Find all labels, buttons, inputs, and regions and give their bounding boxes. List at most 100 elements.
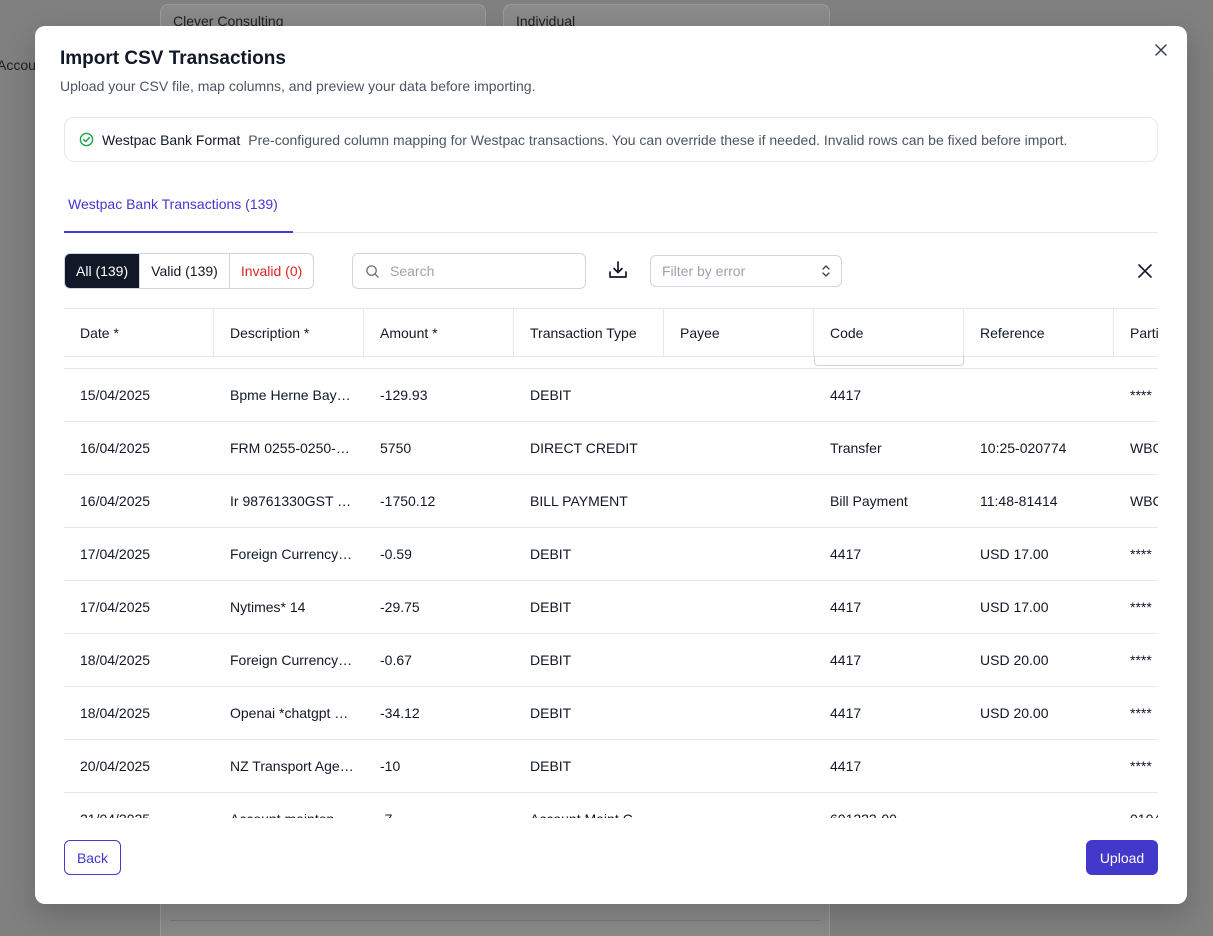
cell-particulars[interactable]: ****	[1114, 634, 1158, 686]
column-header-date[interactable]: Date *	[64, 309, 214, 357]
cell-description[interactable]: Nytimes* 14	[214, 581, 364, 633]
cell-amount[interactable]: -10	[364, 740, 514, 792]
cell-description[interactable]: Bpme Herne Bay Service Station	[214, 369, 364, 421]
cell-reference[interactable]: 11:48-81414	[964, 475, 1114, 527]
table-row[interactable]: 17/04/2025 Nytimes* 14 -29.75 DEBIT 4417 USD …	[64, 580, 1158, 633]
cell-reference[interactable]: USD 17.00	[964, 581, 1114, 633]
column-header-particulars[interactable]: Particulars	[1114, 309, 1158, 357]
cell-transaction-type[interactable]: DEBIT	[514, 740, 664, 792]
table-row[interactable]: 21/04/2025 Account maintenance fee -7 Accou…	[64, 792, 1158, 818]
cell-amount[interactable]: -34.12	[364, 687, 514, 739]
cell-amount[interactable]: -0.59	[364, 528, 514, 580]
cell-particulars[interactable]: WBC	[1114, 475, 1158, 527]
cell-date[interactable]: 20/04/2025	[64, 740, 214, 792]
cell-amount[interactable]: -129.93	[364, 369, 514, 421]
cell-payee[interactable]	[664, 634, 814, 686]
cell-payee[interactable]	[664, 687, 814, 739]
cell-date[interactable]: 18/04/2025	[64, 634, 214, 686]
tab-westpac-transactions[interactable]: Westpac Bank Transactions (139)	[64, 186, 293, 233]
back-button[interactable]: Back	[64, 840, 121, 875]
cell-particulars[interactable]: ****	[1114, 528, 1158, 580]
table-row[interactable]: 16/04/2025 FRM 0255-0250-0012345-00 5750 DI…	[64, 421, 1158, 474]
cell-date[interactable]: 21/04/2025	[64, 793, 214, 818]
cell-payee[interactable]	[664, 528, 814, 580]
cell-reference[interactable]: USD 20.00	[964, 687, 1114, 739]
cell-date[interactable]: 16/04/2025	[64, 475, 214, 527]
cell-amount[interactable]: -0.67	[364, 634, 514, 686]
cell-description[interactable]: Foreign Currency Conversion Fee	[214, 528, 364, 580]
upload-button[interactable]: Upload	[1086, 840, 1158, 875]
table-row[interactable]: 20/04/2025 NZ Transport Agency -10 DEBIT 441…	[64, 739, 1158, 792]
cell-amount[interactable]: -1750.12	[364, 475, 514, 527]
table-row[interactable]: 18/04/2025 Openai *chatgpt subscription -3…	[64, 686, 1158, 739]
cell-transaction-type[interactable]: DEBIT	[514, 687, 664, 739]
filter-valid-button[interactable]: Valid (139)	[140, 254, 230, 288]
cell-date[interactable]: 16/04/2025	[64, 422, 214, 474]
cell-transaction-type[interactable]: DEBIT	[514, 634, 664, 686]
cell-reference[interactable]: USD 17.00	[964, 528, 1114, 580]
column-header-payee[interactable]: Payee	[664, 309, 814, 357]
cell-payee[interactable]	[664, 581, 814, 633]
cell-code[interactable]: 4417	[814, 369, 964, 421]
cell-description[interactable]: Openai *chatgpt subscription	[214, 687, 364, 739]
filter-invalid-button[interactable]: Invalid (0)	[230, 254, 313, 288]
error-filter-select[interactable]: Filter by error	[650, 255, 842, 287]
cell-description[interactable]: Foreign Currency Conversion Fee	[214, 634, 364, 686]
cell-code[interactable]: 4417	[814, 581, 964, 633]
close-icon[interactable]	[1151, 40, 1171, 60]
cell-amount[interactable]: 5750	[364, 422, 514, 474]
table-row[interactable]: 16/04/2025 Ir 98761330GST Payment -1750.12…	[64, 474, 1158, 527]
cell-payee[interactable]	[664, 369, 814, 421]
cell-transaction-type[interactable]: DEBIT	[514, 528, 664, 580]
column-header-code[interactable]: Code	[814, 309, 964, 357]
cell-description[interactable]: Ir 98761330GST Payment	[214, 475, 364, 527]
cell-date[interactable]: 17/04/2025	[64, 581, 214, 633]
cell-particulars[interactable]: ****	[1114, 740, 1158, 792]
cell-code[interactable]: 4417	[814, 740, 964, 792]
cell-date[interactable]: 18/04/2025	[64, 687, 214, 739]
cell-code[interactable]: Bill Payment	[814, 475, 964, 527]
cell-payee[interactable]	[664, 475, 814, 527]
cell-transaction-type[interactable]: DEBIT	[514, 369, 664, 421]
cell-date[interactable]: 15/04/2025	[64, 369, 214, 421]
cell-description[interactable]: Account maintenance fee	[214, 793, 364, 818]
table-row[interactable]: 15/04/2025 Bpme Herne Bay Service Station…	[64, 368, 1158, 421]
cell-amount[interactable]: -7	[364, 793, 514, 818]
cell-code[interactable]: 4417	[814, 634, 964, 686]
transactions-table[interactable]: Date * Description * Amount * Transactio…	[64, 308, 1158, 818]
cell-particulars[interactable]: ****	[1114, 581, 1158, 633]
cell-transaction-type[interactable]: BILL PAYMENT	[514, 475, 664, 527]
column-header-amount[interactable]: Amount *	[364, 309, 514, 357]
cell-reference[interactable]	[964, 793, 1114, 818]
cell-particulars[interactable]: WBC	[1114, 422, 1158, 474]
cell-reference[interactable]: 10:25-020774	[964, 422, 1114, 474]
table-row[interactable]: 18/04/2025 Foreign Currency Conversion Fe…	[64, 633, 1158, 686]
cell-payee[interactable]	[664, 740, 814, 792]
filter-all-button[interactable]: All (139)	[65, 254, 141, 288]
cell-code[interactable]: 4417	[814, 528, 964, 580]
cell-transaction-type[interactable]: DIRECT CREDIT	[514, 422, 664, 474]
cell-code[interactable]: Transfer	[814, 422, 964, 474]
column-header-transaction-type[interactable]: Transaction Type	[514, 309, 664, 357]
download-icon[interactable]	[607, 259, 629, 281]
cell-particulars[interactable]: ****	[1114, 687, 1158, 739]
cell-description[interactable]: NZ Transport Agency	[214, 740, 364, 792]
cell-code[interactable]: 601222-00	[814, 793, 964, 818]
cell-transaction-type[interactable]: Account Maint C	[514, 793, 664, 818]
cell-transaction-type[interactable]: DEBIT	[514, 581, 664, 633]
table-row[interactable]: 17/04/2025 Foreign Currency Conversion Fe…	[64, 527, 1158, 580]
cell-reference[interactable]	[964, 740, 1114, 792]
column-header-description[interactable]: Description *	[214, 309, 364, 357]
cell-particulars[interactable]: 0104	[1114, 793, 1158, 818]
cell-payee[interactable]	[664, 793, 814, 818]
column-header-reference[interactable]: Reference	[964, 309, 1114, 357]
cell-description[interactable]: FRM 0255-0250-0012345-00	[214, 422, 364, 474]
cell-code[interactable]: 4417	[814, 687, 964, 739]
cell-reference[interactable]	[964, 369, 1114, 421]
cell-date[interactable]: 17/04/2025	[64, 528, 214, 580]
clear-filters-icon[interactable]	[1136, 262, 1154, 280]
cell-payee[interactable]	[664, 422, 814, 474]
cell-particulars[interactable]: ****	[1114, 369, 1158, 421]
cell-amount[interactable]: -29.75	[364, 581, 514, 633]
search-input[interactable]	[390, 263, 570, 279]
